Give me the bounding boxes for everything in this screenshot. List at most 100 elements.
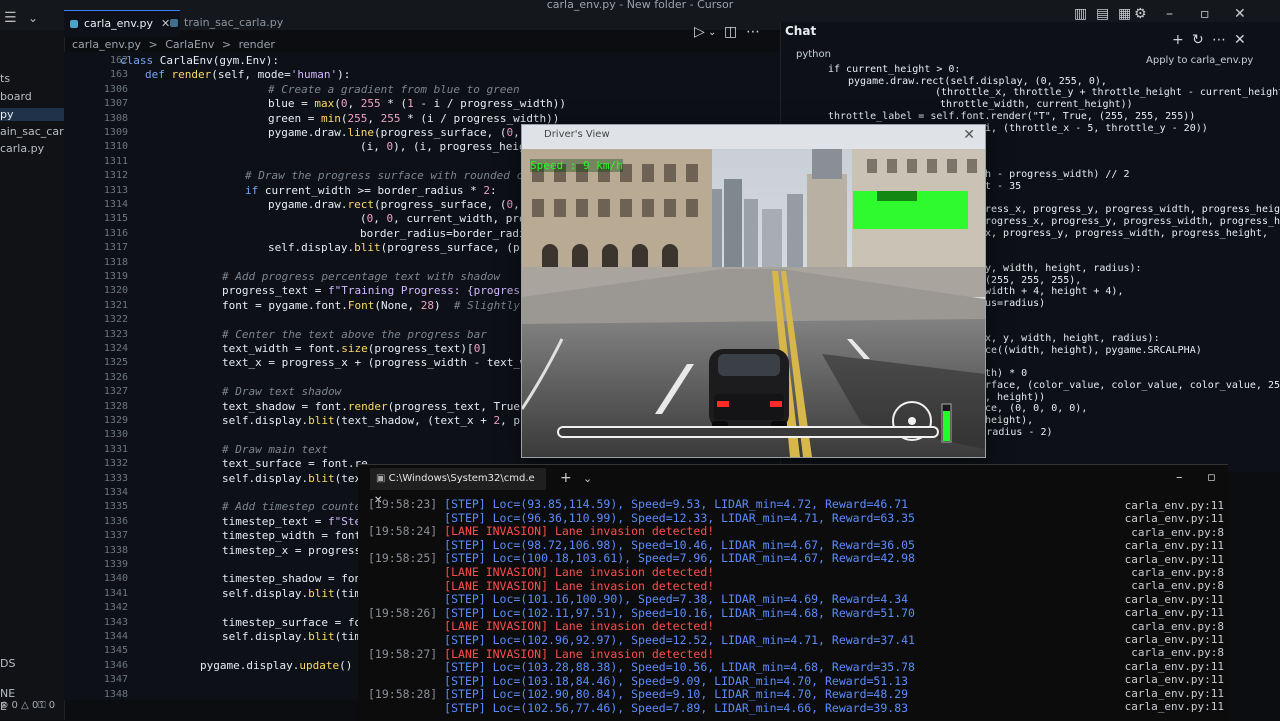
toggle-sidebar-icon[interactable]: ▥ <box>1074 6 1087 22</box>
line-number: 1308 <box>103 112 128 124</box>
line-number: 1342 <box>103 602 128 614</box>
run-icon[interactable]: ▷ <box>694 24 705 40</box>
drivers-view-window[interactable]: Driver's View ✕ Speed: 9 km/h <box>521 124 986 458</box>
output-file-ref[interactable]: carla_env.py:11 <box>1112 633 1224 646</box>
new-tab-icon[interactable]: + <box>560 470 572 486</box>
output-file-ref[interactable]: carla_env.py:11 <box>1112 687 1224 700</box>
sidebar-item-ts[interactable]: ts <box>0 72 10 85</box>
tab-dropdown-icon[interactable]: ⌄ <box>583 472 592 485</box>
chat-code-line: h - progress_width) // 2 <box>985 169 1130 181</box>
history-icon[interactable]: ↻ <box>1192 32 1204 48</box>
terminal-line: [19:58:23] [STEP] Loc=(93.85,114.59), Sp… <box>368 497 908 511</box>
sidebar-section-ne[interactable]: NE <box>0 687 15 700</box>
step-message: [STEP] Loc=(101.16,100.90), Speed=7.38, … <box>444 592 909 607</box>
terminal-timestamp: [19:58:25] <box>368 551 445 566</box>
more-actions-icon[interactable]: ⋯ <box>746 24 760 40</box>
output-file-ref[interactable]: carla_env.py:11 <box>1112 593 1224 606</box>
chat-title[interactable]: Chat <box>785 24 816 38</box>
terminal-timestamp <box>368 579 444 593</box>
code-line: pygame.display.update() <box>200 658 353 672</box>
code-line: # Center the text above the progress bar <box>222 327 487 341</box>
driving-scene-image <box>522 149 985 457</box>
output-file-ref[interactable]: carla_env.py:8 <box>1112 579 1224 592</box>
drivers-view-close-icon[interactable]: ✕ <box>963 127 975 143</box>
chat-code-line: throttle_width, current_height)) <box>940 99 1133 111</box>
lane-invasion-message: [LANE INVASION] Lane invasion detected! <box>444 565 715 579</box>
toggle-panel-icon[interactable]: ▤ <box>1096 6 1109 22</box>
code-line: text_x = progress_x + (progress_width - … <box>222 356 554 370</box>
tab-label: carla_env.py <box>84 17 153 30</box>
output-file-ref[interactable]: carla_env.py:11 <box>1112 499 1224 512</box>
output-file-ref[interactable]: carla_env.py:11 <box>1112 539 1224 552</box>
output-file-ref[interactable]: carla_env.py:11 <box>1112 700 1224 713</box>
output-file-ref[interactable]: carla_env.py:8 <box>1112 566 1224 579</box>
output-file-ref[interactable]: carla_env.py:8 <box>1112 620 1224 633</box>
sidebar-section-ds[interactable]: DS <box>0 657 15 670</box>
terminal-minimize-icon[interactable]: – <box>1176 470 1183 485</box>
breadcrumb-method[interactable]: render <box>239 38 275 51</box>
maximize-icon[interactable]: ▫ <box>1200 6 1210 22</box>
settings-gear-icon[interactable]: ⚙ <box>1134 6 1147 22</box>
list-icon[interactable]: ☰ <box>4 10 17 26</box>
code-line: timestep_shadow = font <box>222 572 368 586</box>
run-dropdown-icon[interactable]: ⌄ <box>708 27 716 38</box>
terminal-tab[interactable]: ▣ C:\Windows\System32\cmd.e ✕ <box>370 468 546 506</box>
terminal-tab-label: C:\Windows\System32\cmd.e <box>388 473 535 484</box>
step-message: [STEP] Loc=(103.28,88.38), Speed=10.56, … <box>444 660 915 675</box>
split-editor-icon[interactable]: ◫ <box>724 24 737 40</box>
lane-invasion-message: [LANE INVASION] Lane invasion detected! <box>444 619 715 634</box>
output-file-ref[interactable]: carla_env.py:11 <box>1112 660 1224 673</box>
chat-code-line: if current_height > 0: <box>828 64 961 75</box>
tab-carla-env[interactable]: carla_env.py ✕ <box>64 10 180 37</box>
output-file-ref[interactable]: carla_env.py:11 <box>1112 553 1224 566</box>
step-message: [STEP] Loc=(103.18,84.46), Speed=9.09, L… <box>444 673 909 688</box>
chat-code-line: (255, 255, 255), <box>985 274 1082 286</box>
output-file-ref[interactable]: carla_env.py:11 <box>1112 606 1224 619</box>
sidebar-item-carla[interactable]: carla.py <box>0 142 44 155</box>
line-number: 1326 <box>103 371 128 383</box>
output-file-ref[interactable]: carla_env.py:11 <box>1112 512 1224 525</box>
new-chat-icon[interactable]: + <box>1172 32 1184 48</box>
breadcrumb-sep: > <box>148 38 158 51</box>
line-number: 1311 <box>103 155 128 167</box>
terminal-timestamp <box>368 511 444 525</box>
chat-code-line: pygame.draw.rect(self.display, (0, 255, … <box>848 75 1107 87</box>
line-number: 1316 <box>103 227 128 239</box>
chevron-down-icon[interactable]: ⌄ <box>28 11 38 25</box>
more-icon[interactable]: ⋯ <box>1212 32 1226 48</box>
output-file-ref[interactable]: carla_env.py:11 <box>1112 673 1224 686</box>
sidebar-item-board[interactable]: board <box>0 90 32 103</box>
terminal-line: [STEP] Loc=(101.16,100.90), Speed=7.38, … <box>368 592 908 606</box>
terminal-maximize-icon[interactable]: ▫ <box>1207 470 1216 485</box>
editor-tabs: carla_env.py ✕ train_sac_carla.py <box>64 10 780 37</box>
code-line: # Add timestep counter <box>222 500 368 514</box>
chat-code-line: t - 35 <box>985 181 1022 192</box>
line-number: 1331 <box>103 443 128 455</box>
chat-code-line: i, (throttle_x - 5, throttle_y - 20)) <box>985 122 1208 134</box>
lane-invasion-message: [LANE INVASION] Lane invasion detected! <box>444 524 715 539</box>
tab-train-sac-carla[interactable]: train_sac_carla.py <box>164 10 304 36</box>
close-chat-icon[interactable]: ✕ <box>1234 32 1246 48</box>
problems-status[interactable]: ⊗ 0 △ 0 <box>0 700 38 711</box>
terminal-timestamp <box>368 592 444 606</box>
line-number: 1318 <box>103 256 128 268</box>
minimize-icon[interactable]: – <box>1166 6 1173 22</box>
code-line: self.display.blit(time <box>222 586 368 600</box>
close-window-icon[interactable]: ✕ <box>1234 6 1246 22</box>
step-message: [STEP] Loc=(100.18,103.61), Speed=7.96, … <box>444 551 915 566</box>
terminal-line: [STEP] Loc=(98.72,106.98), Speed=10.46, … <box>368 538 915 552</box>
line-number: 1333 <box>103 472 128 484</box>
tab-label: train_sac_carla.py <box>184 16 284 29</box>
line-number: 1306 <box>103 83 128 95</box>
breadcrumb-file[interactable]: carla_env.py <box>72 38 141 51</box>
code-line: pygame.draw.line(progress_surface, (0, g… <box>268 126 546 139</box>
ports-status[interactable]: ⚿ 0 <box>38 700 55 711</box>
output-file-ref[interactable]: carla_env.py:8 <box>1112 526 1224 539</box>
sidebar-item-py[interactable]: py <box>0 108 64 121</box>
apply-button[interactable]: Apply to carla_env.py <box>1146 55 1253 66</box>
code-line: text_width = font.size(progress_text)[0] <box>222 342 487 355</box>
toggle-secondary-sidebar-icon[interactable]: ▦ <box>1118 6 1131 22</box>
file-explorer-sidebar: ☰ ⌄ ts board py ain_sac_carla... carla.p… <box>0 10 84 720</box>
breadcrumb-class[interactable]: CarlaEnv <box>165 38 214 51</box>
output-file-ref[interactable]: carla_env.py:8 <box>1112 646 1224 659</box>
